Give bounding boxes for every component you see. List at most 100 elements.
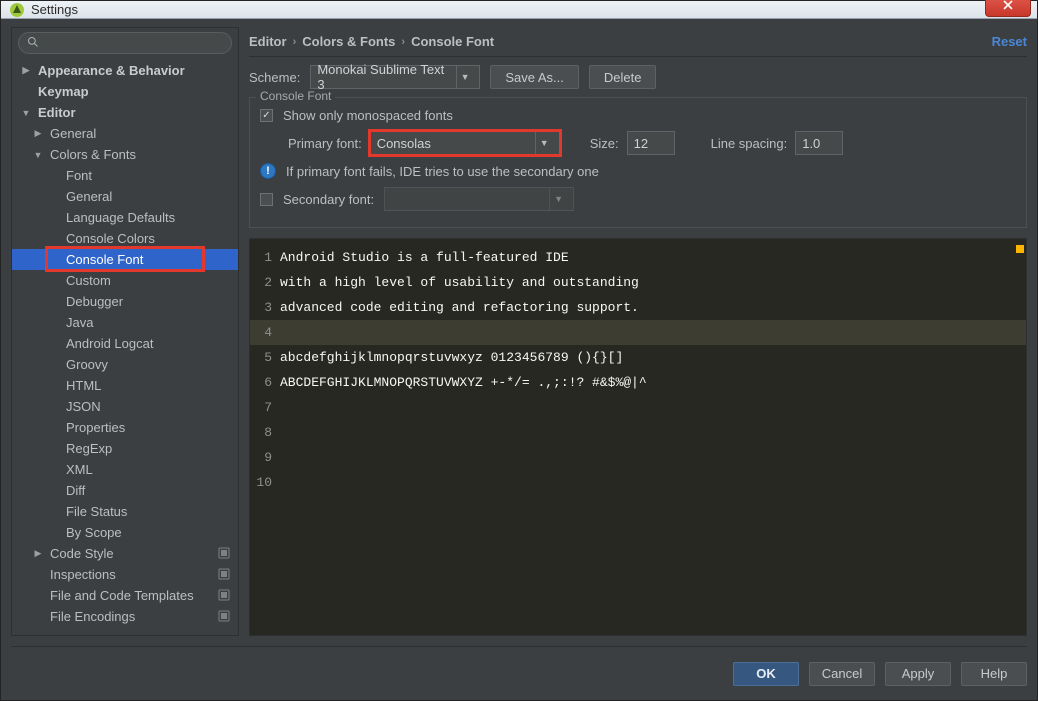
secondary-font-checkbox[interactable] [260, 193, 273, 206]
sidebar-item-label: Console Font [66, 252, 232, 267]
gutter-line-number: 9 [250, 450, 280, 465]
gutter-line-number: 4 [250, 325, 280, 340]
sidebar-item-file-status[interactable]: File Status [12, 501, 238, 522]
chevron-down-icon: ▼ [535, 132, 553, 154]
sidebar-item-label: Editor [38, 105, 232, 120]
size-label: Size: [590, 136, 619, 151]
sidebar-item-label: Groovy [66, 357, 232, 372]
save-as-button[interactable]: Save As... [490, 65, 579, 89]
sidebar-item-label: Properties [66, 420, 232, 435]
editor-line: 9 [250, 445, 1026, 470]
sidebar-item-appearance-behavior[interactable]: ▶ Appearance & Behavior [12, 60, 238, 81]
chevron-down-icon: ▼ [549, 188, 567, 210]
sidebar-item-xml[interactable]: XML [12, 459, 238, 480]
apply-button[interactable]: Apply [885, 662, 951, 686]
sidebar-item-custom[interactable]: Custom [12, 270, 238, 291]
sidebar-item-file-encodings[interactable]: File Encodings [12, 606, 238, 627]
project-settings-icon [218, 568, 232, 582]
code-text: ABCDEFGHIJKLMNOPQRSTUVWXYZ +-*/= .,;:!? … [280, 375, 647, 390]
size-input[interactable]: 12 [627, 131, 675, 155]
fieldset-legend: Console Font [256, 89, 335, 103]
editor-line: 7 [250, 395, 1026, 420]
sidebar-item-regexp[interactable]: RegExp [12, 438, 238, 459]
search-box[interactable] [18, 32, 232, 54]
sidebar-item-code-style[interactable]: ▶ Code Style [12, 543, 238, 564]
sidebar-item-inspections[interactable]: Inspections [12, 564, 238, 585]
sidebar-item-diff[interactable]: Diff [12, 480, 238, 501]
chevron-right-icon: › [401, 36, 405, 48]
sidebar-item-colors-fonts[interactable]: ▼Colors & Fonts [12, 144, 238, 165]
sidebar-item-by-scope[interactable]: By Scope [12, 522, 238, 543]
info-text: If primary font fails, IDE tries to use … [286, 164, 599, 179]
editor-line: 3advanced code editing and refactoring s… [250, 295, 1026, 320]
delete-button[interactable]: Delete [589, 65, 657, 89]
breadcrumb: Editor › Colors & Fonts › Console Font R… [249, 27, 1027, 57]
gutter-line-number: 1 [250, 250, 280, 265]
gutter-line-number: 10 [250, 475, 280, 490]
sidebar-item-html[interactable]: HTML [12, 375, 238, 396]
code-text: advanced code editing and refactoring su… [280, 300, 639, 315]
sidebar-item-label: General [66, 189, 232, 204]
breadcrumb-colors-fonts[interactable]: Colors & Fonts [302, 34, 395, 49]
close-button[interactable] [985, 0, 1031, 17]
marker-strip [1016, 245, 1024, 253]
sidebar-item-android-logcat[interactable]: Android Logcat [12, 333, 238, 354]
editor-line: 4 [250, 320, 1026, 345]
settings-window: Settings ▶Appearance & BehaviorKeymap▼Ed… [0, 0, 1038, 701]
sidebar-item-groovy[interactable]: Groovy [12, 354, 238, 375]
project-settings-icon [218, 547, 232, 561]
sidebar-item-console-font[interactable]: Console Font [12, 249, 238, 270]
show-monospaced-label: Show only monospaced fonts [283, 108, 453, 123]
sidebar-item-editor[interactable]: ▼Editor [12, 102, 238, 123]
sidebar-item-java[interactable]: Java [12, 312, 238, 333]
sidebar-item-file-and-code-templates[interactable]: File and Code Templates [12, 585, 238, 606]
sidebar-item-label: Console Colors [66, 231, 232, 246]
primary-font-label: Primary font: [288, 136, 362, 151]
sidebar-item-debugger[interactable]: Debugger [12, 291, 238, 312]
sidebar-item-label: RegExp [66, 441, 232, 456]
settings-tree[interactable]: ▶Appearance & BehaviorKeymap▼Editor▶Gene… [12, 60, 238, 635]
project-settings-icon [218, 610, 232, 624]
sidebar-item-label: Android Logcat [66, 336, 232, 351]
reset-link[interactable]: Reset [992, 34, 1027, 49]
sidebar-item-label: Code Style [50, 546, 218, 561]
scheme-combo[interactable]: Monokai Sublime Text 3 ▼ [310, 65, 480, 89]
gutter-line-number: 7 [250, 400, 280, 415]
tree-arrow-icon: ▶ [20, 65, 32, 76]
line-spacing-label: Line spacing: [711, 136, 788, 151]
sidebar-item-console-colors[interactable]: Console Colors [12, 228, 238, 249]
sidebar-item-keymap[interactable]: Keymap [12, 81, 238, 102]
preview-editor[interactable]: 1Android Studio is a full-featured IDE2w… [249, 238, 1027, 636]
search-input[interactable] [45, 36, 223, 50]
breadcrumb-editor[interactable]: Editor [249, 34, 287, 49]
sidebar-item-label: File Status [66, 504, 232, 519]
sidebar-item-label: Appearance & Behavior [38, 63, 232, 78]
sidebar-item-properties[interactable]: Properties [12, 417, 238, 438]
sidebar-item-label: HTML [66, 378, 232, 393]
breadcrumb-console-font: Console Font [411, 34, 494, 49]
dialog-button-bar: OK Cancel Apply Help [11, 646, 1027, 690]
sidebar-item-label: File and Code Templates [50, 588, 218, 603]
editor-line: 8 [250, 420, 1026, 445]
ok-button[interactable]: OK [733, 662, 799, 686]
sidebar-item-language-defaults[interactable]: Language Defaults [12, 207, 238, 228]
close-icon [1002, 0, 1014, 11]
tree-arrow-icon: ▶ [32, 548, 44, 559]
editor-line: 2with a high level of usability and outs… [250, 270, 1026, 295]
code-text: Android Studio is a full-featured IDE [280, 250, 569, 265]
project-settings-icon [218, 589, 232, 603]
sidebar-item-font[interactable]: Font [12, 165, 238, 186]
console-font-fieldset: Console Font Show only monospaced fonts … [249, 97, 1027, 228]
editor-line: 1Android Studio is a full-featured IDE [250, 245, 1026, 270]
cancel-button[interactable]: Cancel [809, 662, 875, 686]
sidebar-item-label: Diff [66, 483, 232, 498]
sidebar-item-general[interactable]: General [12, 186, 238, 207]
editor-line: 10 [250, 470, 1026, 495]
show-monospaced-checkbox[interactable] [260, 109, 273, 122]
help-button[interactable]: Help [961, 662, 1027, 686]
line-spacing-input[interactable]: 1.0 [795, 131, 843, 155]
primary-font-combo[interactable]: Consolas ▼ [370, 131, 560, 155]
sidebar-item-json[interactable]: JSON [12, 396, 238, 417]
gutter-line-number: 3 [250, 300, 280, 315]
sidebar-item-general[interactable]: ▶General [12, 123, 238, 144]
